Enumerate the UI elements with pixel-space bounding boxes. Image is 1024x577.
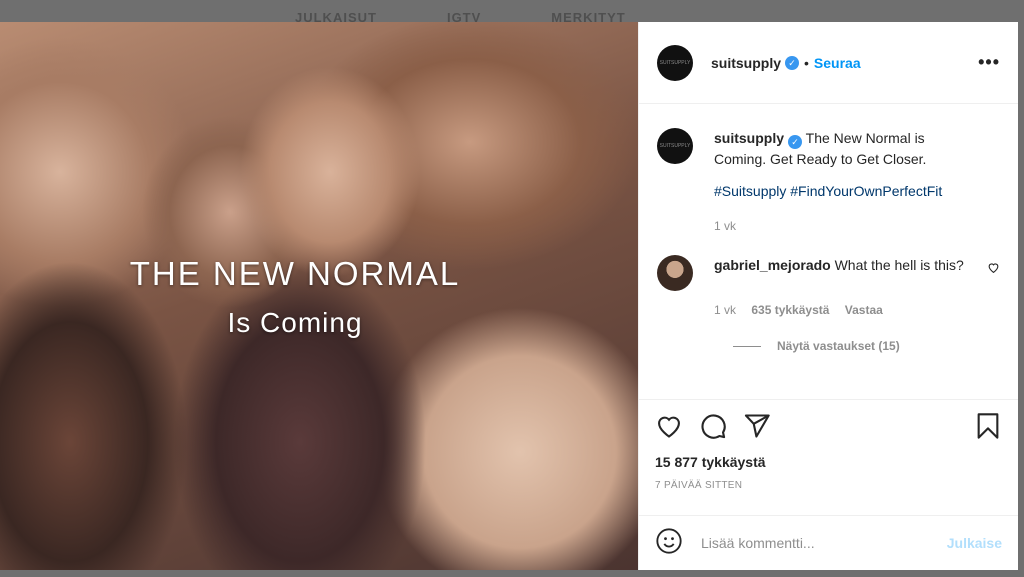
post-header: SUITSUPPLY suitsupply ✓ • Seuraa ••• bbox=[639, 22, 1018, 104]
replies-divider bbox=[733, 345, 761, 347]
like-heart-icon[interactable] bbox=[655, 412, 683, 445]
emoji-icon[interactable] bbox=[655, 527, 683, 560]
verified-icon: ✓ bbox=[788, 135, 803, 149]
avatar[interactable]: SUITSUPPLY bbox=[657, 44, 693, 81]
comments-section: SUITSUPPLY suitsupply ✓ The New Normal is… bbox=[639, 104, 1018, 397]
caption-username[interactable]: suitsupply bbox=[714, 130, 784, 146]
header-username[interactable]: suitsupply bbox=[711, 55, 781, 71]
comment-input[interactable] bbox=[699, 534, 923, 552]
avatar[interactable] bbox=[657, 255, 693, 291]
photo-overlay-subtitle: Is Coming bbox=[227, 307, 363, 338]
comment-text: What the hell is this? bbox=[834, 257, 964, 273]
post-date: 7 PÄIVÄÄ SITTEN bbox=[655, 480, 743, 491]
publish-button[interactable]: Julkaise bbox=[947, 535, 1002, 551]
add-comment-bar: Julkaise bbox=[639, 515, 1018, 570]
post-modal: THE NEW NORMAL Is Coming SUITSUPPLY suit… bbox=[0, 22, 1018, 570]
follow-button[interactable]: Seuraa bbox=[814, 55, 861, 71]
comment-meta: 1 vk 635 tykkäystä Vastaa bbox=[714, 303, 1000, 317]
more-options-icon[interactable]: ••• bbox=[978, 52, 1000, 73]
separator-dot: • bbox=[804, 54, 809, 71]
comment-text-block: gabriel_mejorado What the hell is this? bbox=[714, 255, 973, 275]
share-paper-plane-icon[interactable] bbox=[743, 412, 771, 445]
reply-button[interactable]: Vastaa bbox=[845, 303, 883, 317]
comment-like-heart-icon[interactable] bbox=[987, 261, 1000, 277]
likes-count[interactable]: 15 877 tykkäystä bbox=[655, 454, 1002, 470]
action-icons bbox=[655, 410, 1002, 446]
caption-row: SUITSUPPLY suitsupply ✓ The New Normal is… bbox=[657, 128, 1000, 169]
caption-meta: 1 vk bbox=[714, 219, 1000, 233]
comment-likes[interactable]: 635 tykkäystä bbox=[751, 303, 829, 317]
post-sidebar: SUITSUPPLY suitsupply ✓ • Seuraa ••• SUI… bbox=[638, 22, 1018, 570]
photo-overlay-title: THE NEW NORMAL bbox=[129, 255, 461, 292]
avatar[interactable]: SUITSUPPLY bbox=[657, 128, 693, 164]
comment-row: gabriel_mejorado What the hell is this? bbox=[657, 255, 1000, 291]
post-photo[interactable]: THE NEW NORMAL Is Coming bbox=[0, 22, 638, 570]
caption-hashtags[interactable]: #Suitsupply #FindYourOwnPerfectFit bbox=[714, 181, 1000, 201]
verified-icon: ✓ bbox=[785, 55, 800, 70]
comment-username[interactable]: gabriel_mejorado bbox=[714, 257, 831, 273]
view-replies-label: Näytä vastaukset (15) bbox=[777, 339, 900, 353]
caption-age: 1 vk bbox=[714, 219, 737, 233]
comment-bubble-icon[interactable] bbox=[699, 412, 727, 445]
caption-text-block: suitsupply ✓ The New Normal is Coming. Ge… bbox=[714, 128, 974, 169]
comment-age: 1 vk bbox=[714, 303, 737, 317]
bookmark-icon[interactable] bbox=[974, 412, 1002, 445]
post-actions: 15 877 tykkäystä 7 PÄIVÄÄ SITTEN bbox=[639, 399, 1018, 509]
view-replies-button[interactable]: Näytä vastaukset (15) bbox=[733, 339, 1000, 353]
